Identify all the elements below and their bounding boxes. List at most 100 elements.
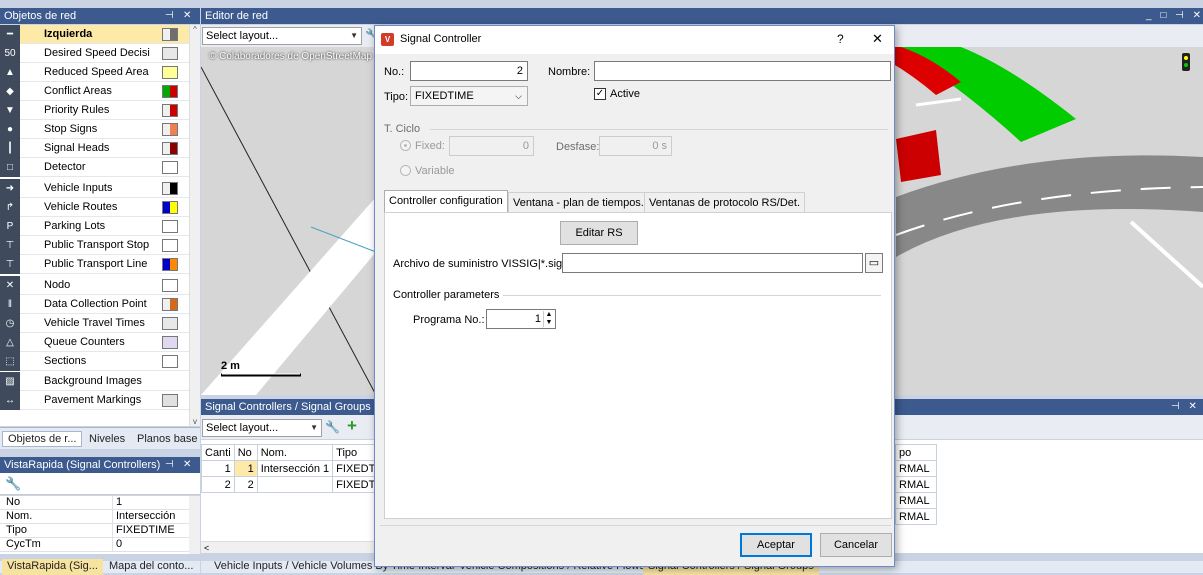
close-icon[interactable]: ✕: [183, 8, 194, 24]
list-item[interactable]: ▨ Background Images: [0, 372, 197, 391]
list-item[interactable]: ⬚ Sections: [0, 352, 197, 371]
table-row[interactable]: Nom. Intersección: [0, 510, 189, 524]
color-swatch[interactable]: [162, 220, 178, 233]
folder-icon[interactable]: ▭: [865, 253, 883, 273]
color-swatch[interactable]: [162, 336, 178, 349]
tab-timing-plan[interactable]: Ventana - plan de tiempos.: [508, 192, 649, 213]
no-field[interactable]: 2: [410, 61, 528, 81]
tab-network-objects[interactable]: Objetos de r...: [2, 431, 83, 447]
color-swatch[interactable]: [162, 28, 178, 41]
color-swatch[interactable]: [162, 298, 178, 311]
type-select[interactable]: FIXEDTIME ⌵: [410, 86, 528, 106]
list-item[interactable]: ⊤ Public Transport Line: [0, 255, 197, 274]
table-row[interactable]: CycTm 0: [0, 538, 189, 552]
tab-levels[interactable]: Niveles: [84, 432, 130, 448]
color-swatch[interactable]: [162, 258, 178, 271]
list-item[interactable]: ━ Izquierda: [0, 25, 197, 44]
quick-view-scrollbar[interactable]: [189, 496, 200, 554]
list-item[interactable]: ✕ Nodo: [0, 276, 197, 295]
network-objects-list[interactable]: ━ Izquierda 50 Desired Speed Decisi ▲ Reduced…: [0, 25, 200, 426]
editor-layout-select[interactable]: Select layout... ▼: [202, 27, 362, 45]
name-field[interactable]: [594, 61, 891, 81]
property-value[interactable]: 1: [112, 496, 189, 509]
color-swatch[interactable]: [162, 104, 178, 117]
pin-close-icon[interactable]: ⊣ ✕: [1171, 399, 1200, 415]
add-icon[interactable]: +: [347, 416, 357, 436]
tab-base-plans[interactable]: Planos base: [132, 432, 203, 448]
fixed-radio[interactable]: [400, 140, 411, 151]
list-item[interactable]: ▲ Reduced Speed Area: [0, 63, 197, 82]
color-swatch[interactable]: [162, 182, 178, 195]
color-swatch[interactable]: [162, 66, 178, 79]
table-row[interactable]: 1 1 Intersección 1 FIXEDTIM: [201, 460, 392, 477]
window-controls-icon[interactable]: _ □ ⊣ ✕: [1146, 8, 1203, 24]
color-swatch[interactable]: [162, 239, 178, 252]
color-swatch[interactable]: [162, 355, 178, 368]
variable-radio[interactable]: [400, 165, 411, 176]
table-row[interactable]: No 1: [0, 496, 189, 510]
tab-protocol-windows[interactable]: Ventanas de protocolo RS/Det.: [644, 192, 806, 213]
list-item[interactable]: ↱ Vehicle Routes: [0, 198, 197, 217]
list-item[interactable]: ⊤ Public Transport Stop: [0, 236, 197, 255]
supply-file-label: Archivo de suministro VISSIG|*.sig:: [393, 258, 566, 270]
color-swatch[interactable]: [162, 142, 178, 155]
color-swatch[interactable]: [162, 47, 178, 60]
signal-layout-select[interactable]: Select layout... ▼: [202, 419, 322, 437]
network-editor-title: Editor de red: [205, 10, 268, 22]
list-item[interactable]: ◷ Vehicle Travel Times: [0, 314, 197, 333]
chevron-left-icon[interactable]: <: [201, 543, 209, 553]
property-value[interactable]: FIXEDTIME: [112, 524, 189, 537]
wrench-icon[interactable]: 🔧: [5, 476, 21, 492]
help-button[interactable]: ?: [837, 32, 844, 46]
property-value[interactable]: Intersección: [112, 510, 189, 523]
list-item[interactable]: □ Detector: [0, 158, 197, 177]
fixed-cycle-field[interactable]: 0: [449, 136, 534, 156]
list-item-label: Stop Signs: [44, 123, 98, 135]
color-swatch[interactable]: [162, 201, 178, 214]
column-header[interactable]: Nom.: [256, 444, 334, 461]
objects-scrollbar[interactable]: ^ v: [189, 25, 200, 426]
list-item[interactable]: ‖ Data Collection Point: [0, 295, 197, 314]
ok-button[interactable]: Aceptar: [740, 533, 812, 557]
spinner-icon[interactable]: ▲ ▼: [543, 311, 554, 327]
color-swatch[interactable]: [162, 123, 178, 136]
column-header[interactable]: No: [233, 444, 258, 461]
active-checkbox[interactable]: ✓: [594, 88, 606, 100]
color-swatch[interactable]: [162, 279, 178, 292]
close-button[interactable]: ✕: [872, 31, 883, 47]
property-value[interactable]: 0: [112, 538, 189, 551]
list-item[interactable]: ◆ Conflict Areas: [0, 82, 197, 101]
close-icon[interactable]: ✕: [183, 457, 194, 473]
tab-controller-configuration[interactable]: Controller configuration: [384, 190, 508, 213]
table-row[interactable]: Tipo FIXEDTIME: [0, 524, 189, 538]
list-item[interactable]: ➜ Vehicle Inputs: [0, 179, 197, 198]
network-editor-titlebar: Editor de red _ □ ⊣ ✕: [201, 8, 1203, 24]
list-item[interactable]: ● Stop Signs: [0, 120, 197, 139]
params-group-label: Controller parameters: [393, 289, 500, 301]
pin-icon[interactable]: ⊣: [165, 8, 177, 24]
color-swatch[interactable]: [162, 161, 178, 174]
edit-rs-button[interactable]: Editar RS: [560, 221, 638, 245]
column-header[interactable]: po: [895, 444, 937, 461]
supply-file-field[interactable]: [562, 253, 863, 273]
list-item[interactable]: ↔ Pavement Markings: [0, 391, 197, 410]
wrench-icon[interactable]: 🔧: [325, 420, 340, 434]
color-swatch[interactable]: [162, 317, 178, 330]
table-row[interactable]: 2 2 FIXEDTIM: [201, 476, 392, 493]
color-swatch[interactable]: [162, 85, 178, 98]
list-item[interactable]: ▼ Priority Rules: [0, 101, 197, 120]
horizontal-scrollbar[interactable]: <: [201, 541, 374, 553]
list-item[interactable]: 50 Desired Speed Decisi: [0, 44, 197, 63]
pin-icon[interactable]: ⊣: [165, 457, 177, 473]
list-item-label: Public Transport Line: [44, 258, 148, 270]
property-name: Nom.: [6, 510, 33, 522]
fixed-label: Fixed:: [415, 140, 445, 152]
offset-field[interactable]: 0 s: [599, 136, 672, 156]
list-item[interactable]: △ Queue Counters: [0, 333, 197, 352]
program-stepper[interactable]: 1 ▲ ▼: [486, 309, 556, 329]
column-header[interactable]: Canti: [201, 444, 235, 461]
color-swatch[interactable]: [162, 394, 178, 407]
list-item[interactable]: P Parking Lots: [0, 217, 197, 236]
cancel-button[interactable]: Cancelar: [820, 533, 892, 557]
list-item[interactable]: ┃ Signal Heads: [0, 139, 197, 158]
